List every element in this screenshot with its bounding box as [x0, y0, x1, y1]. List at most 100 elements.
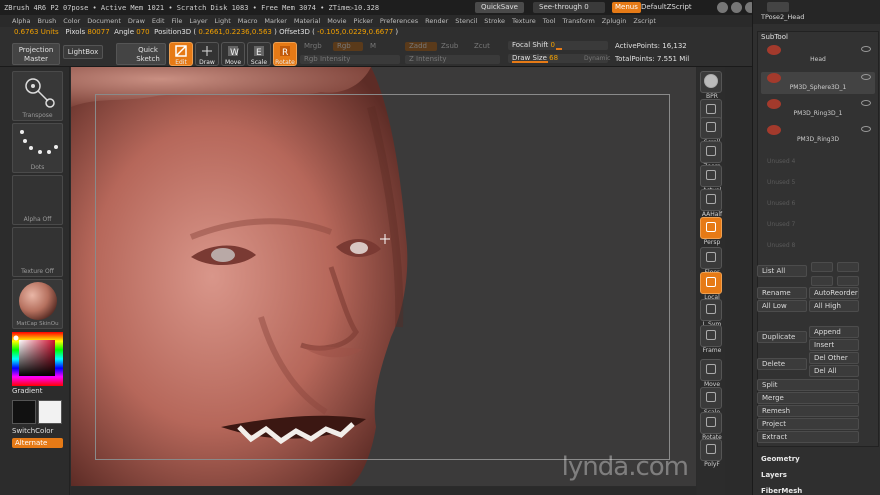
- aahalf-button[interactable]: AAHalf: [700, 189, 722, 218]
- menu-movie[interactable]: Movie: [327, 15, 346, 27]
- maximize-icon[interactable]: [731, 2, 742, 13]
- arrow-up-icon[interactable]: [811, 262, 833, 272]
- menu-transform[interactable]: Transform: [562, 15, 594, 27]
- arrow-down-right-icon[interactable]: [837, 276, 859, 286]
- rgb-intensity-slider[interactable]: Rgb Intensity: [300, 55, 400, 64]
- visibility-eye-icon[interactable]: [861, 100, 871, 106]
- frame-button[interactable]: Frame: [700, 325, 722, 354]
- alpha-tile[interactable]: Alpha Off: [12, 175, 63, 225]
- z-intensity-slider[interactable]: Z Intensity: [405, 55, 500, 64]
- layers-subpalette-header[interactable]: Layers: [761, 471, 787, 479]
- menu-edit[interactable]: Edit: [152, 15, 165, 27]
- geometry-subpalette-header[interactable]: Geometry: [761, 455, 800, 463]
- actual-button[interactable]: Actual: [700, 165, 722, 194]
- m-toggle[interactable]: M: [366, 42, 380, 51]
- transpose-tile[interactable]: Transpose: [12, 71, 63, 121]
- menu-tool[interactable]: Tool: [543, 15, 556, 27]
- menu-marker[interactable]: Marker: [264, 15, 286, 27]
- gradient-label[interactable]: Gradient: [12, 387, 42, 395]
- list-all-button[interactable]: List All: [757, 265, 807, 277]
- menu-layer[interactable]: Layer: [189, 15, 207, 27]
- zsub-toggle[interactable]: Zsub: [437, 42, 469, 51]
- edit-button[interactable]: Edit: [169, 42, 193, 66]
- minimize-icon[interactable]: [717, 2, 728, 13]
- scale-button[interactable]: Scale: [700, 387, 722, 416]
- projection-master-button[interactable]: Projection Master: [12, 43, 60, 65]
- project-button[interactable]: Project: [757, 418, 859, 430]
- arrow-down-icon[interactable]: [837, 262, 859, 272]
- del-other-button[interactable]: Del Other: [809, 352, 859, 364]
- bottom-tray[interactable]: [71, 487, 696, 495]
- menu-material[interactable]: Material: [294, 15, 320, 27]
- menu-brush[interactable]: Brush: [37, 15, 56, 27]
- focal-shift-slider[interactable]: Focal Shift 0: [508, 41, 608, 50]
- default-zscript-button[interactable]: DefaultZScript: [641, 2, 692, 13]
- menu-render[interactable]: Render: [425, 15, 448, 27]
- dynamic-label[interactable]: Dynamic: [584, 54, 610, 63]
- move-button[interactable]: Move: [700, 359, 722, 388]
- visibility-eye-icon[interactable]: [861, 46, 871, 52]
- menu-preferences[interactable]: Preferences: [380, 15, 418, 27]
- tool-thumb[interactable]: [767, 2, 789, 12]
- subtool-title[interactable]: SubTool: [761, 33, 788, 41]
- rotate-button[interactable]: R Rotate: [273, 42, 297, 66]
- subtool-item[interactable]: PM3D_Ring3D_1: [761, 98, 875, 120]
- menu-color[interactable]: Color: [63, 15, 80, 27]
- rgb-toggle[interactable]: Rgb: [333, 42, 363, 51]
- menu-macro[interactable]: Macro: [238, 15, 258, 27]
- del-all-button[interactable]: Del All: [809, 365, 859, 377]
- floor-button[interactable]: Floor: [700, 247, 722, 276]
- menu-picker[interactable]: Picker: [354, 15, 373, 27]
- all-high-button[interactable]: All High: [809, 300, 859, 312]
- menu-stroke[interactable]: Stroke: [484, 15, 505, 27]
- menu-zplugin[interactable]: Zplugin: [602, 15, 627, 27]
- split-button[interactable]: Split: [757, 379, 859, 391]
- stroke-tile[interactable]: Dots: [12, 123, 63, 173]
- quick-sketch-button[interactable]: Quick Sketch: [116, 43, 166, 65]
- insert-button[interactable]: Insert: [809, 339, 859, 351]
- polyf-button[interactable]: PolyF: [700, 439, 722, 468]
- document-canvas[interactable]: lynda.com: [71, 67, 696, 486]
- zadd-toggle[interactable]: Zadd: [405, 42, 437, 51]
- autoreorder-button[interactable]: AutoReorder: [809, 287, 859, 299]
- zoom-button[interactable]: Zoom: [700, 141, 722, 170]
- material-tile[interactable]: MatCap SkinOu: [12, 279, 63, 329]
- rotate-button[interactable]: Rotate: [700, 412, 722, 441]
- menu-stencil[interactable]: Stencil: [455, 15, 477, 27]
- secondary-color-swatch[interactable]: [38, 400, 62, 424]
- subtool-item[interactable]: Head: [761, 44, 875, 66]
- fibermesh-subpalette-header[interactable]: FiberMesh: [761, 487, 802, 495]
- lightbox-button[interactable]: LightBox: [63, 45, 103, 59]
- delete-button[interactable]: Delete: [757, 358, 807, 370]
- extract-button[interactable]: Extract: [757, 431, 859, 443]
- draw-button[interactable]: Draw: [195, 42, 219, 66]
- draw-size-slider[interactable]: Draw Size 68 Dynamic: [508, 54, 610, 63]
- menu-light[interactable]: Light: [215, 15, 231, 27]
- menu-document[interactable]: Document: [87, 15, 121, 27]
- merge-button[interactable]: Merge: [757, 392, 859, 404]
- subtool-item[interactable]: PM3D_Sphere3D_1: [761, 72, 875, 94]
- menu-zscript[interactable]: Zscript: [633, 15, 656, 27]
- arrow-up-left-icon[interactable]: [811, 276, 833, 286]
- move-button[interactable]: W Move: [221, 42, 245, 66]
- all-low-button[interactable]: All Low: [757, 300, 807, 312]
- rename-button[interactable]: Rename: [757, 287, 807, 299]
- see-through-slider[interactable]: See-through 0: [533, 2, 605, 13]
- zcut-toggle[interactable]: Zcut: [470, 42, 502, 51]
- switchcolor-button[interactable]: SwitchColor: [12, 427, 53, 435]
- menu-draw[interactable]: Draw: [128, 15, 145, 27]
- menu-texture[interactable]: Texture: [512, 15, 536, 27]
- l-sym-button[interactable]: L.Sym: [700, 299, 722, 328]
- append-button[interactable]: Append: [809, 326, 859, 338]
- menu-file[interactable]: File: [172, 15, 183, 27]
- duplicate-button[interactable]: Duplicate: [757, 331, 807, 343]
- remesh-button[interactable]: Remesh: [757, 405, 859, 417]
- scroll-button[interactable]: Scroll: [700, 117, 722, 146]
- menu-alpha[interactable]: Alpha: [12, 15, 30, 27]
- alternate-button[interactable]: Alternate: [12, 438, 63, 448]
- visibility-eye-icon[interactable]: [861, 126, 871, 132]
- quicksave-button[interactable]: QuickSave: [475, 2, 524, 13]
- local-button[interactable]: Local: [700, 272, 722, 301]
- texture-tile[interactable]: Texture Off: [12, 227, 63, 277]
- menus-button[interactable]: Menus: [612, 2, 641, 13]
